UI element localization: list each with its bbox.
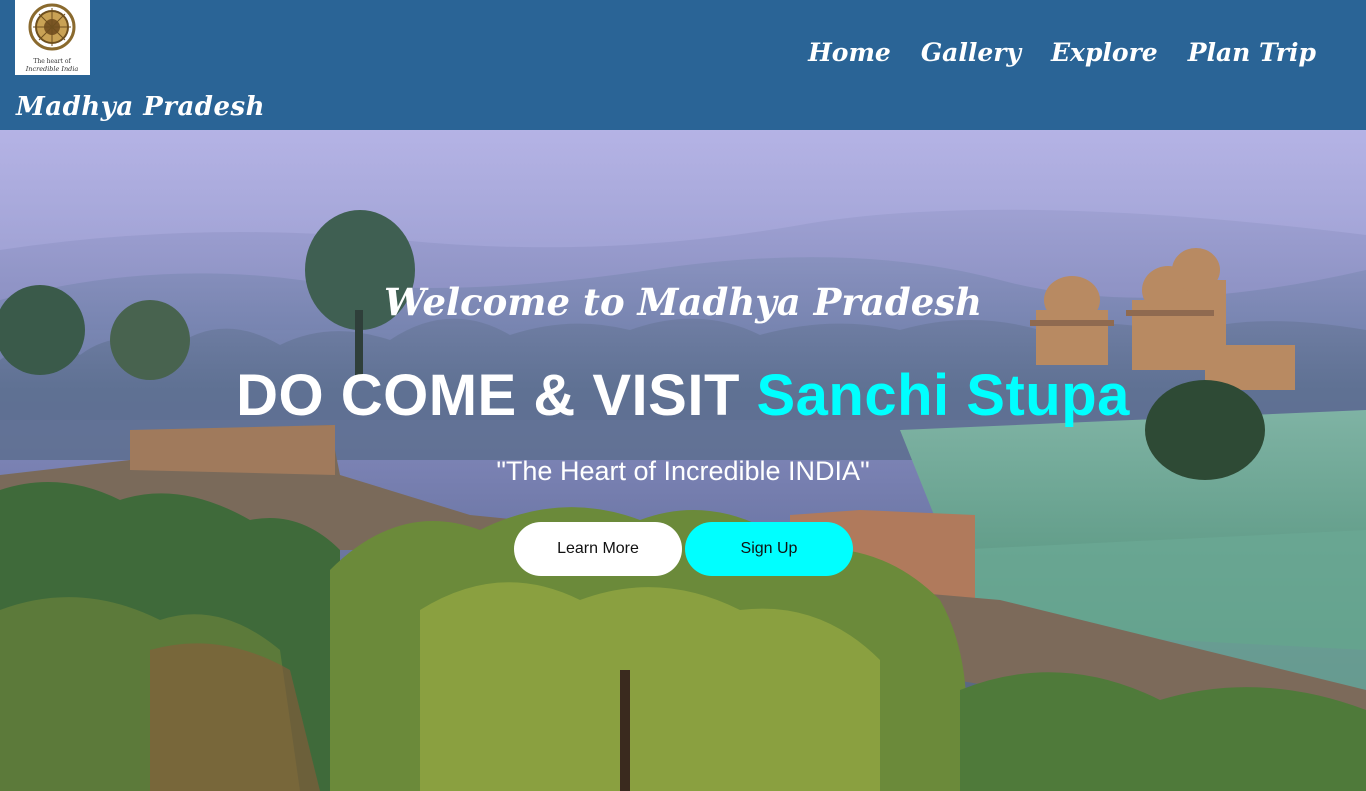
sign-up-button[interactable]: Sign Up [685, 522, 853, 576]
learn-more-button[interactable]: Learn More [514, 522, 682, 576]
headline-highlight: Sanchi Stupa [756, 363, 1130, 428]
logo-line-1: The heart of [33, 58, 71, 65]
headline-prefix: DO COME & VISIT [236, 363, 757, 428]
hero-headline: DO COME & VISIT Sanchi Stupa [0, 362, 1366, 429]
welcome-heading: Welcome to Madhya Pradesh [383, 280, 983, 324]
logo-line-2: Incredible India [25, 65, 79, 73]
hero-tagline: "The Heart of Incredible INDIA" [496, 456, 870, 486]
site-header: The heart of Incredible India Madhya Pra… [0, 0, 1366, 130]
nav-gallery[interactable]: Gallery [921, 38, 1021, 67]
logo-emblem-icon: The heart of Incredible India [25, 3, 79, 73]
site-logo[interactable]: The heart of Incredible India [15, 0, 90, 75]
site-brand-title: Madhya Pradesh [16, 92, 266, 122]
nav-home[interactable]: Home [808, 38, 891, 67]
nav-explore[interactable]: Explore [1051, 38, 1158, 67]
nav-plan-trip[interactable]: Plan Trip [1188, 38, 1316, 67]
hero-section: Welcome to Madhya Pradesh DO COME & VISI… [0, 130, 1366, 791]
main-nav: Home Gallery Explore Plan Trip [808, 38, 1316, 67]
